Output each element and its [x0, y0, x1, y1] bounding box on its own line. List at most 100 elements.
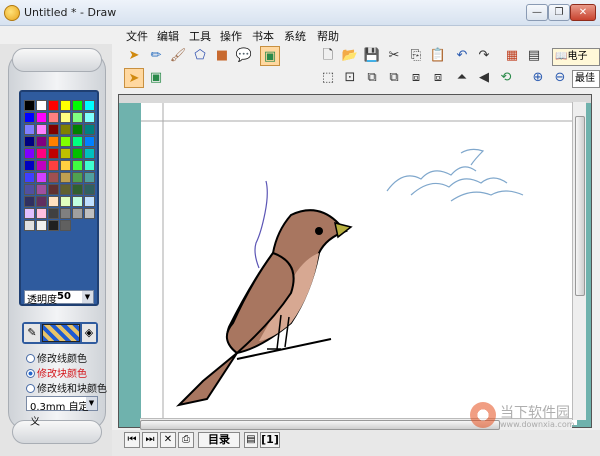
- color-swatch[interactable]: [36, 100, 47, 111]
- color-swatch[interactable]: [48, 172, 59, 183]
- freeform-shape-icon[interactable]: ⬠: [190, 46, 210, 66]
- color-swatch[interactable]: [48, 124, 59, 135]
- color-swatch[interactable]: [60, 112, 71, 123]
- ebook-button[interactable]: 📖电子: [552, 48, 600, 66]
- color-swatch[interactable]: [72, 136, 83, 147]
- menu-edit[interactable]: 编辑: [157, 28, 179, 44]
- insert-image-icon[interactable]: ▦: [502, 46, 522, 66]
- vertical-scrollbar[interactable]: [572, 102, 586, 420]
- color-swatch[interactable]: [36, 208, 47, 219]
- color-swatch[interactable]: [24, 196, 35, 207]
- color-swatch[interactable]: [48, 184, 59, 195]
- zoom-in-icon[interactable]: ⊕: [528, 68, 548, 88]
- cut-icon[interactable]: ✂: [384, 46, 404, 66]
- print-icon[interactable]: ⎙: [178, 432, 194, 448]
- color-swatch[interactable]: [60, 172, 71, 183]
- menu-system[interactable]: 系统: [284, 28, 306, 44]
- color-swatch[interactable]: [36, 172, 47, 183]
- color-swatch[interactable]: [72, 100, 83, 111]
- color-swatch[interactable]: [24, 160, 35, 171]
- drawing-page[interactable]: [141, 103, 577, 425]
- chevron-down-icon[interactable]: ▼: [82, 291, 93, 303]
- paint-bucket-icon[interactable]: ◈: [82, 324, 96, 342]
- color-swatch[interactable]: [84, 136, 95, 147]
- color-swatch[interactable]: [84, 100, 95, 111]
- color-swatch[interactable]: [72, 124, 83, 135]
- maximize-button[interactable]: ❐: [548, 4, 570, 21]
- properties-icon[interactable]: ▤: [524, 46, 544, 66]
- color-swatch[interactable]: [60, 220, 71, 231]
- close-button[interactable]: ✕: [570, 4, 596, 21]
- color-swatch[interactable]: [60, 100, 71, 111]
- color-swatch[interactable]: [24, 220, 35, 231]
- send-backward-icon[interactable]: ⧉: [384, 68, 404, 88]
- close-page-icon[interactable]: ✕: [160, 432, 176, 448]
- open-folder-icon[interactable]: 📂: [340, 46, 360, 66]
- color-swatch[interactable]: [60, 196, 71, 207]
- color-swatch[interactable]: [84, 208, 95, 219]
- color-swatch[interactable]: [36, 220, 47, 231]
- color-swatch[interactable]: [48, 100, 59, 111]
- next-page-icon[interactable]: ⏭: [142, 432, 158, 448]
- prev-page-icon[interactable]: ⏮: [124, 432, 140, 448]
- zoom-out-icon[interactable]: ⊖: [550, 68, 570, 88]
- rotate-icon[interactable]: ⟲: [496, 68, 516, 88]
- tab-page-1[interactable]: [1]: [260, 432, 280, 448]
- color-swatch[interactable]: [24, 148, 35, 159]
- color-swatch[interactable]: [24, 136, 35, 147]
- color-swatch[interactable]: [84, 184, 95, 195]
- color-swatch[interactable]: [72, 160, 83, 171]
- color-swatch[interactable]: [72, 112, 83, 123]
- color-swatch[interactable]: [48, 220, 59, 231]
- color-swatch[interactable]: [48, 148, 59, 159]
- image-tool-icon[interactable]: ▣: [260, 46, 280, 66]
- undo-icon[interactable]: ↶: [452, 46, 472, 66]
- color-swatch[interactable]: [48, 208, 59, 219]
- menu-file[interactable]: 文件: [126, 28, 148, 44]
- color-swatch[interactable]: [48, 136, 59, 147]
- color-swatch[interactable]: [36, 148, 47, 159]
- radio-line-color[interactable]: 修改线颜色: [26, 350, 87, 365]
- menu-book[interactable]: 书本: [252, 28, 274, 44]
- group-icon[interactable]: ⬚: [318, 68, 338, 88]
- page-icon[interactable]: ▤: [244, 432, 258, 448]
- pencil-icon[interactable]: ✏: [146, 46, 166, 66]
- minimize-button[interactable]: —: [526, 4, 548, 21]
- tab-catalog[interactable]: 目录: [198, 432, 240, 448]
- transparency-control[interactable]: 透明度 50 ▼: [24, 290, 94, 306]
- color-swatch[interactable]: [60, 160, 71, 171]
- color-swatch[interactable]: [36, 124, 47, 135]
- new-document-icon[interactable]: 🗋: [318, 46, 338, 66]
- color-swatch[interactable]: [48, 112, 59, 123]
- copy-icon[interactable]: ⎘: [406, 46, 426, 66]
- color-swatch[interactable]: [84, 124, 95, 135]
- ungroup-icon[interactable]: ⊡: [340, 68, 360, 88]
- color-swatch[interactable]: [24, 208, 35, 219]
- horizontal-scroll-thumb[interactable]: [140, 420, 500, 430]
- color-swatch[interactable]: [72, 196, 83, 207]
- color-swatch[interactable]: [24, 100, 35, 111]
- color-swatch[interactable]: [24, 124, 35, 135]
- color-swatch[interactable]: [60, 148, 71, 159]
- color-swatch[interactable]: [72, 148, 83, 159]
- color-swatch[interactable]: [48, 196, 59, 207]
- bring-forward-icon[interactable]: ⧉: [362, 68, 382, 88]
- line-width-select[interactable]: 0.3mm 自定义 ▼: [26, 396, 98, 428]
- pen-icon[interactable]: ✎: [24, 324, 40, 342]
- send-to-back-icon[interactable]: ⧈: [428, 68, 448, 88]
- picture-icon[interactable]: ▣: [146, 68, 166, 88]
- vertical-scroll-thumb[interactable]: [575, 116, 585, 296]
- color-swatch[interactable]: [48, 160, 59, 171]
- redo-icon[interactable]: ↷: [474, 46, 494, 66]
- color-swatch[interactable]: [60, 136, 71, 147]
- color-swatch[interactable]: [36, 112, 47, 123]
- color-swatch[interactable]: [36, 160, 47, 171]
- color-swatch[interactable]: [84, 112, 95, 123]
- color-swatch[interactable]: [60, 208, 71, 219]
- color-swatch[interactable]: [72, 208, 83, 219]
- paste-icon[interactable]: 📋: [428, 46, 448, 66]
- flip-vertical-icon[interactable]: ⏶: [452, 68, 472, 88]
- color-swatch[interactable]: [84, 196, 95, 207]
- menu-operate[interactable]: 操作: [220, 28, 242, 44]
- color-swatch[interactable]: [36, 196, 47, 207]
